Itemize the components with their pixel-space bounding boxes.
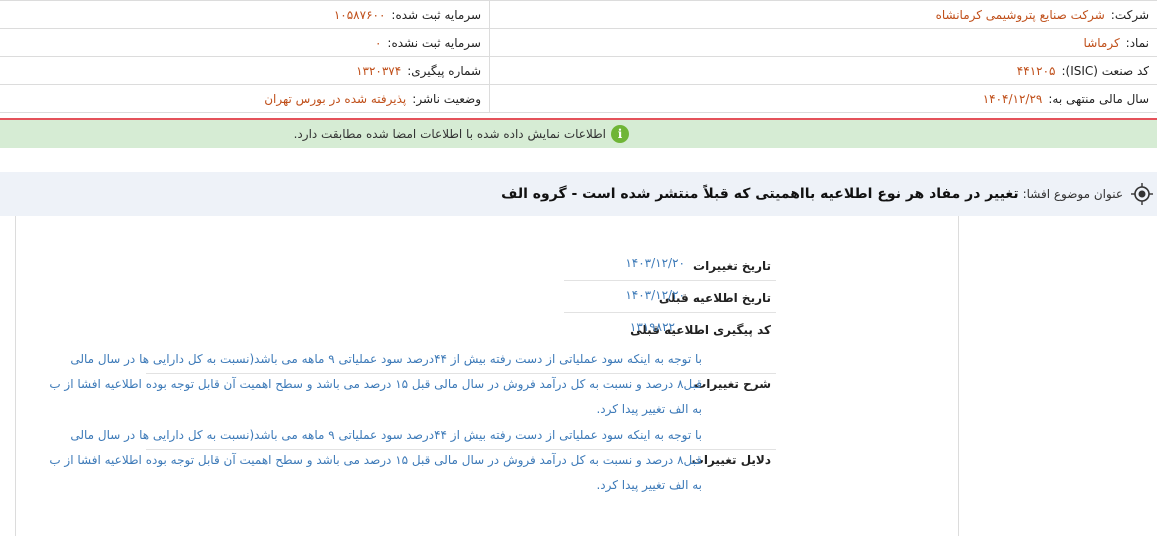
publisher-status-value: پذیرفته شده در بورس تهران	[264, 91, 407, 106]
change-desc-label: شرح تغییرات	[694, 377, 771, 391]
change-reason-label: دلایل تغییرات	[691, 453, 771, 467]
registered-capital-cell: سرمایه ثبت شده: ۱۰۵۸۷۶۰۰	[0, 1, 489, 28]
change-reason-line: قبل۸ درصد و نسبت به کل درآمد فروش در سال…	[49, 453, 702, 467]
isic-cell: کد صنعت (ISIC): ۴۴۱۲۰۵	[489, 57, 1157, 84]
symbol-value[interactable]: کرماشا	[1084, 36, 1120, 50]
verification-notice: i اطلاعات نمایش داده شده با اطلاعات امضا…	[0, 120, 1157, 148]
change-desc-line: به الف تغییر پیدا کرد.	[596, 402, 702, 416]
unregistered-capital-cell: سرمایه ثبت نشده: ۰	[0, 29, 489, 56]
details-panel: تاریخ تغییرات ۱۴۰۳/۱۲/۲۰ تاریخ اطلاعیه ق…	[15, 216, 959, 536]
subject-label: عنوان موضوع افشا:	[1022, 187, 1123, 201]
prev-notice-date-value: ۱۴۰۳/۱۲/۲۰	[625, 288, 685, 302]
change-date-value: ۱۴۰۳/۱۲/۲۰	[625, 256, 685, 270]
change-date-label: تاریخ تغییرات	[693, 259, 771, 273]
company-value: شرکت صنایع پتروشیمی کرمانشاه	[935, 7, 1105, 22]
publisher-status-cell: وضعیت ناشر: پذیرفته شده در بورس تهران	[0, 85, 489, 112]
unregistered-capital-label: سرمایه ثبت نشده:	[387, 35, 481, 50]
registered-capital-value: ۱۰۵۸۷۶۰۰	[333, 7, 386, 22]
change-desc-line: قبل۸ درصد و نسبت به کل درآمد فروش در سال…	[49, 377, 702, 391]
change-desc-line: با توجه به اینکه سود عملیاتی از دست رفته…	[70, 352, 702, 366]
company-info-table: شرکت: شرکت صنایع پتروشیمی کرمانشاه سرمای…	[0, 0, 1157, 113]
fiscal-year-label: سال مالی منتهی به:	[1048, 91, 1149, 106]
info-icon: i	[611, 125, 629, 143]
company-cell: شرکت: شرکت صنایع پتروشیمی کرمانشاه	[489, 1, 1157, 28]
row-separator	[564, 280, 776, 281]
notice-text: اطلاعات نمایش داده شده با اطلاعات امضا ش…	[293, 127, 606, 141]
registered-capital-label: سرمایه ثبت شده:	[391, 7, 481, 22]
tracking-value: ۱۳۲۰۳۷۴	[356, 63, 402, 78]
isic-label: کد صنعت (ISIC):	[1061, 63, 1149, 78]
change-reason-line: به الف تغییر پیدا کرد.	[596, 478, 702, 492]
tracking-cell: شماره پیگیری: ۱۳۲۰۳۷۴	[0, 57, 489, 84]
info-row-isic: کد صنعت (ISIC): ۴۴۱۲۰۵ شماره پیگیری: ۱۳۲…	[0, 57, 1157, 85]
symbol-cell: نماد: کرماشا	[489, 29, 1157, 56]
info-row-symbol: نماد: کرماشا سرمایه ثبت نشده: ۰	[0, 29, 1157, 57]
fiscal-year-value: ۱۴۰۴/۱۲/۲۹	[982, 91, 1043, 106]
tracking-label: شماره پیگیری:	[407, 63, 481, 78]
row-separator	[564, 312, 776, 313]
info-row-company: شرکت: شرکت صنایع پتروشیمی کرمانشاه سرمای…	[0, 1, 1157, 29]
symbol-label: نماد:	[1125, 35, 1149, 50]
subject-bar: عنوان موضوع افشا: تغییر در مفاد هر نوع ا…	[0, 172, 1157, 216]
publisher-status-label: وضعیت ناشر:	[412, 91, 481, 106]
fiscal-year-cell: سال مالی منتهی به: ۱۴۰۴/۱۲/۲۹	[489, 85, 1157, 112]
target-icon	[1131, 183, 1153, 205]
info-row-fiscal: سال مالی منتهی به: ۱۴۰۴/۱۲/۲۹ وضعیت ناشر…	[0, 85, 1157, 113]
company-label: شرکت:	[1110, 7, 1149, 22]
subject-title: تغییر در مفاد هر نوع اطلاعیه بااهمیتی که…	[501, 186, 1019, 202]
prev-tracking-value[interactable]: ۱۳۱۹۸۲۲	[630, 320, 675, 334]
change-reason-line: با توجه به اینکه سود عملیاتی از دست رفته…	[70, 428, 702, 442]
isic-value: ۴۴۱۲۰۵	[1016, 63, 1056, 78]
unregistered-capital-value: ۰	[374, 35, 382, 50]
